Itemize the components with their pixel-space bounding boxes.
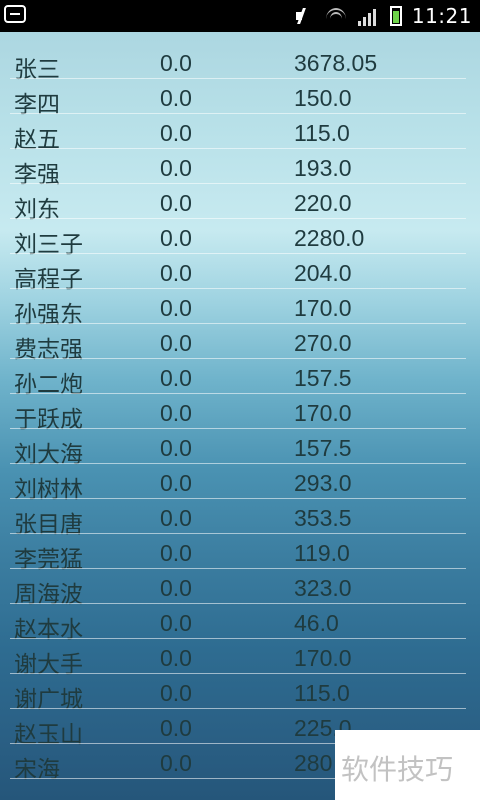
status-icons: 11:21 (294, 4, 472, 28)
list-item[interactable]: 刘大海 0.0 157.5 (0, 429, 480, 467)
row-value-1: 0.0 (160, 645, 192, 671)
row-value-1: 0.0 (160, 680, 192, 706)
watermark-text: 软件技巧 (341, 753, 454, 786)
signal-icon (357, 6, 380, 26)
row-value-1: 0.0 (160, 295, 192, 321)
row-value-1: 0.0 (160, 260, 192, 286)
row-value-1: 0.0 (160, 470, 192, 496)
row-value-2: 170.0 (294, 645, 352, 671)
row-value-2: 193.0 (294, 155, 352, 181)
row-value-2: 2280.0 (294, 225, 365, 251)
list-item[interactable]: 谢广城 0.0 115.0 (0, 674, 480, 712)
list-item[interactable]: 孙强东 0.0 170.0 (0, 289, 480, 327)
row-value-2: 115.0 (294, 120, 350, 146)
list-item[interactable]: 赵五 0.0 115.0 (0, 114, 480, 152)
row-value-2: 119.0 (294, 540, 350, 566)
battery-icon (389, 6, 402, 26)
list-item[interactable]: 于跃成 0.0 170.0 (0, 394, 480, 432)
list-item[interactable]: 孙二炮 0.0 157.5 (0, 359, 480, 397)
list-item[interactable]: 李四 0.0 150.0 (0, 79, 480, 117)
row-value-1: 0.0 (160, 365, 192, 391)
screen: 11:21 张三 0.0 3678.05 李四 0.0 150.0 赵五 0.0 115.0 李强… (0, 0, 480, 800)
row-value-1: 0.0 (160, 400, 192, 426)
row-value-2: 46.0 (294, 610, 339, 636)
row-value-1: 0.0 (160, 610, 192, 636)
row-value-2: 157.5 (294, 435, 352, 461)
list-item[interactable]: 周海波 0.0 323.0 (0, 569, 480, 607)
list-item[interactable]: 刘东 0.0 220.0 (0, 184, 480, 222)
list-item[interactable]: 李强 0.0 193.0 (0, 149, 480, 187)
list-item[interactable]: 李莞猛 0.0 119.0 (0, 534, 480, 572)
watermark: 软件技巧 (335, 730, 480, 800)
row-value-1: 0.0 (160, 50, 192, 76)
status-bar: 11:21 (0, 0, 480, 32)
list-item[interactable]: 费志强 0.0 270.0 (0, 324, 480, 362)
wifi-icon (324, 6, 348, 26)
row-value-1: 0.0 (160, 190, 192, 216)
data-list[interactable]: 张三 0.0 3678.05 李四 0.0 150.0 赵五 0.0 115.0 李强 0.0 193… (0, 44, 480, 782)
clock: 11:21 (411, 4, 472, 28)
row-value-1: 0.0 (160, 120, 192, 146)
row-value-1: 0.0 (160, 85, 192, 111)
row-value-1: 0.0 (160, 505, 192, 531)
row-value-2: 115.0 (294, 680, 350, 706)
list-item[interactable]: 高程子 0.0 204.0 (0, 254, 480, 292)
row-value-1: 0.0 (160, 155, 192, 181)
list-item[interactable]: 张目唐 0.0 353.5 (0, 499, 480, 537)
row-value-1: 0.0 (160, 575, 192, 601)
row-value-2: 204.0 (294, 260, 352, 286)
row-value-2: 293.0 (294, 470, 352, 496)
row-value-2: 3678.05 (294, 50, 378, 76)
row-value-1: 0.0 (160, 750, 192, 776)
list-item[interactable]: 赵本水 0.0 46.0 (0, 604, 480, 642)
row-value-1: 0.0 (160, 715, 192, 741)
row-value-2: 270.0 (294, 330, 352, 356)
list-item[interactable]: 刘树林 0.0 293.0 (0, 464, 480, 502)
row-value-2: 170.0 (294, 295, 352, 321)
list-item[interactable]: 谢大手 0.0 170.0 (0, 639, 480, 677)
row-name: 宋海 (14, 756, 60, 782)
list-item[interactable]: 张三 0.0 3678.05 (0, 44, 480, 82)
mute-icon (294, 6, 314, 26)
row-value-2: 353.5 (294, 505, 352, 531)
row-value-1: 0.0 (160, 540, 192, 566)
row-value-2: 323.0 (294, 575, 352, 601)
row-value-2: 280 (294, 750, 333, 776)
row-value-2: 220.0 (294, 190, 352, 216)
row-value-2: 170.0 (294, 400, 352, 426)
row-value-1: 0.0 (160, 435, 192, 461)
row-value-2: 157.5 (294, 365, 352, 391)
row-value-1: 0.0 (160, 330, 192, 356)
list-item[interactable]: 刘三子 0.0 2280.0 (0, 219, 480, 257)
back-icon[interactable] (4, 5, 26, 23)
row-value-1: 0.0 (160, 225, 192, 251)
row-value-2: 150.0 (294, 85, 352, 111)
